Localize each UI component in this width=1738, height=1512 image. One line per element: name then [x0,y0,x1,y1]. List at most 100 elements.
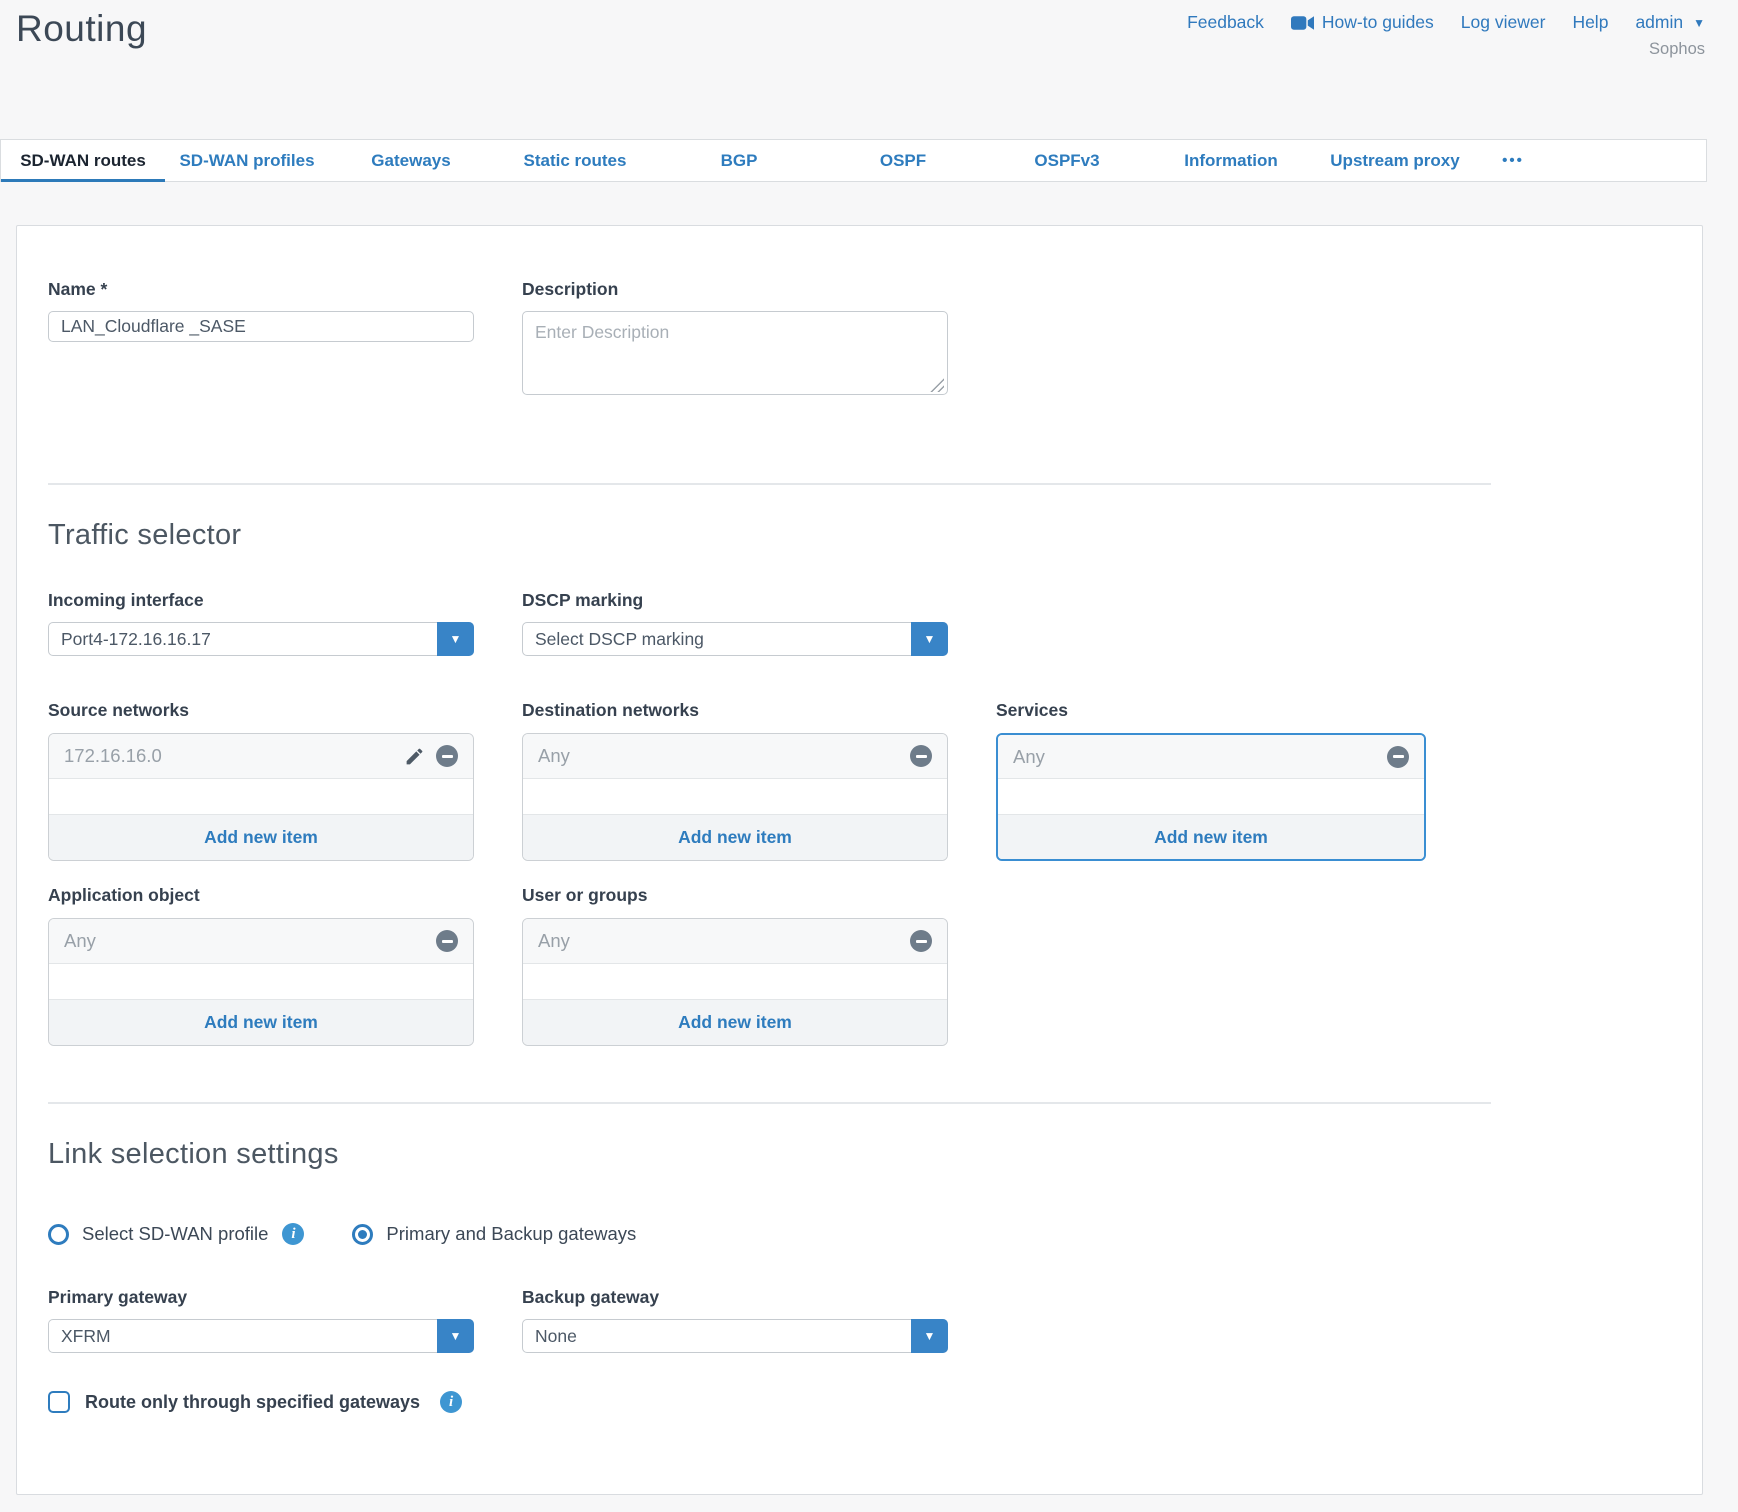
app-user-labels-row: Application object User or groups [48,885,1491,906]
log-viewer-link[interactable]: Log viewer [1461,12,1546,33]
section-divider [48,1102,1491,1104]
list-item-value: Any [1013,746,1045,768]
backup-gateway-select[interactable]: None ▼ [522,1319,948,1353]
link-selection-radios: Select SD-WAN profile i Primary and Back… [48,1223,1491,1245]
remove-minus-icon[interactable] [436,930,458,952]
traffic-selector-heading: Traffic selector [48,519,1491,552]
application-object-listbox: Any Add new item [48,918,474,1046]
dscp-marking-select[interactable]: Select DSCP marking ▼ [522,622,948,656]
tab-sdwan-routes[interactable]: SD-WAN routes [1,140,165,181]
remove-minus-icon[interactable] [436,745,458,767]
source-networks-label: Source networks [48,700,474,721]
tab-upstream-proxy[interactable]: Upstream proxy [1313,140,1477,181]
user-or-groups-label: User or groups [522,885,948,906]
tab-label: Gateways [371,151,450,171]
admin-menu[interactable]: admin ▼ [1635,12,1705,33]
remove-minus-icon[interactable] [910,745,932,767]
primary-gateway-select[interactable]: XFRM ▼ [48,1319,474,1353]
tab-label: Upstream proxy [1330,151,1459,171]
tab-bar: SD-WAN routes SD-WAN profiles Gateways S… [0,139,1707,182]
networks-labels-row: Source networks Destination networks Ser… [48,700,1491,721]
info-icon[interactable]: i [282,1223,304,1245]
add-new-item-label: Add new item [204,827,318,848]
interface-dscp-row: Port4-172.16.16.17 ▼ Select DSCP marking… [48,622,1491,656]
remove-minus-icon[interactable] [1387,746,1409,768]
interface-dscp-labels: Incoming interface DSCP marking [48,590,1491,611]
incoming-interface-value: Port4-172.16.16.17 [49,629,223,650]
feedback-label: Feedback [1187,12,1264,33]
list-item-value: Any [64,930,96,952]
dropdown-arrow-icon: ▼ [437,1319,474,1353]
route-only-label: Route only through specified gateways [85,1392,420,1413]
tab-information[interactable]: Information [1149,140,1313,181]
backup-gateway-value: None [523,1326,589,1347]
info-icon[interactable]: i [440,1391,462,1413]
video-camera-icon [1291,16,1314,30]
tab-bgp[interactable]: BGP [657,140,821,181]
listbox-spacer [523,964,947,999]
tab-sdwan-profiles[interactable]: SD-WAN profiles [165,140,329,181]
primary-gateway-value: XFRM [49,1326,123,1347]
dropdown-arrow-icon: ▼ [437,622,474,656]
tab-label: SD-WAN profiles [179,151,314,171]
list-item: Any [523,734,947,779]
application-object-label: Application object [48,885,474,906]
app-user-boxes-row: Any Add new item Any [48,918,1491,1046]
services-add-button[interactable]: Add new item [998,814,1424,859]
admin-label: admin [1635,12,1683,33]
howto-guides-link[interactable]: How-to guides [1291,12,1434,33]
destination-networks-label: Destination networks [522,700,948,721]
howto-guides-label: How-to guides [1322,12,1434,33]
tab-label: OSPFv3 [1034,151,1099,171]
route-only-checkbox[interactable] [48,1391,70,1413]
tab-static-routes[interactable]: Static routes [493,140,657,181]
tab-label: OSPF [880,151,926,171]
ellipsis-icon: ••• [1502,152,1524,169]
description-textarea[interactable] [522,311,948,395]
listbox-spacer [49,779,473,814]
list-item: Any [523,919,947,964]
dropdown-arrow-icon: ▼ [911,622,948,656]
tabs-more-button[interactable]: ••• [1477,140,1549,181]
list-item-value: Any [538,745,570,767]
radio-primary-backup-gateways[interactable] [352,1224,373,1245]
tab-label: BGP [721,151,758,171]
log-viewer-label: Log viewer [1461,12,1546,33]
dscp-marking-value: Select DSCP marking [523,629,716,650]
tab-gateways[interactable]: Gateways [329,140,493,181]
list-item-value: Any [538,930,570,952]
sdwan-route-form-panel: Name * Description Traffic selector Inco… [16,225,1703,1495]
edit-pencil-icon[interactable] [404,746,425,767]
add-new-item-label: Add new item [678,1012,792,1033]
destination-networks-add-button[interactable]: Add new item [523,814,947,860]
add-new-item-label: Add new item [1154,827,1268,848]
help-label: Help [1572,12,1608,33]
feedback-link[interactable]: Feedback [1187,12,1264,33]
org-name: Sophos [1649,40,1705,59]
user-or-groups-add-button[interactable]: Add new item [523,999,947,1045]
listbox-spacer [998,779,1424,814]
remove-minus-icon[interactable] [910,930,932,952]
services-label: Services [996,700,1426,721]
gateway-selects-row: XFRM ▼ None ▼ [48,1319,1491,1353]
add-new-item-label: Add new item [204,1012,318,1033]
name-label: Name * [48,279,474,300]
radio-label: Primary and Backup gateways [386,1223,636,1245]
application-object-add-button[interactable]: Add new item [49,999,473,1045]
help-link[interactable]: Help [1572,12,1608,33]
incoming-interface-select[interactable]: Port4-172.16.16.17 ▼ [48,622,474,656]
tab-label: Information [1184,151,1278,171]
services-listbox: Any Add new item [996,733,1426,861]
list-item: Any [49,919,473,964]
tab-ospf[interactable]: OSPF [821,140,985,181]
source-networks-add-button[interactable]: Add new item [49,814,473,860]
name-input[interactable] [48,311,474,342]
name-field-group: Name * [48,279,474,400]
radio-select-sdwan-profile[interactable] [48,1224,69,1245]
listbox-spacer [49,964,473,999]
link-selection-heading: Link selection settings [48,1138,1491,1171]
tab-ospfv3[interactable]: OSPFv3 [985,140,1149,181]
add-new-item-label: Add new item [678,827,792,848]
list-item: 172.16.16.0 [49,734,473,779]
dropdown-arrow-icon: ▼ [911,1319,948,1353]
